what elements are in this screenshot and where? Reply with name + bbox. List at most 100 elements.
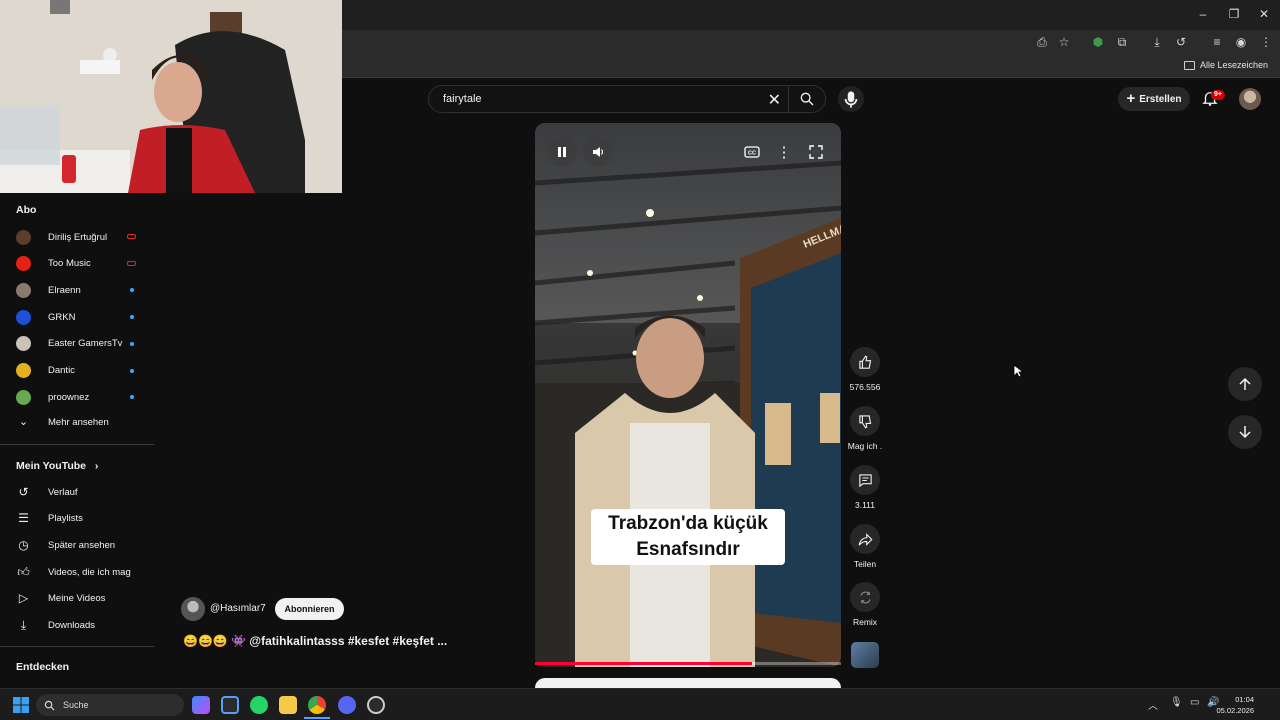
sidebar-item-playlists[interactable]: ☰ Playlists [16, 509, 140, 529]
audio-thumbnail[interactable] [851, 642, 879, 668]
plus-icon: + [1126, 90, 1136, 107]
caption-line-2: Esnafsındır [636, 539, 740, 560]
history-icon: ↺ [18, 484, 29, 499]
sidebar-item-sp-ter-ansehen[interactable]: ◷ Später ansehen [16, 535, 140, 555]
fullscreen-icon [809, 145, 823, 159]
fullscreen-button[interactable] [804, 140, 828, 164]
extensions-icon[interactable]: ⧉ [1114, 34, 1130, 50]
search-input[interactable]: fairytale [443, 93, 482, 105]
sidebar: Abo Diriliş Ertuğrul Too Music Elraenn GRKN… [0, 195, 155, 685]
remix-icon [860, 591, 870, 603]
network-icon[interactable]: ▭ [1190, 697, 1199, 708]
discord-icon[interactable] [338, 696, 356, 714]
subscription-item[interactable]: Elraenn [16, 280, 140, 300]
video-description[interactable]: 😄😄😄 👾 @fatihkalintasss #kesfet #keşfet .… [183, 634, 447, 648]
bookmark-star-icon[interactable]: ☆ [1056, 34, 1072, 50]
taskbar-search[interactable]: Suche [36, 694, 184, 716]
microphone-tray-icon[interactable]: 🎙 [1170, 697, 1183, 708]
video-progress-bar[interactable] [535, 662, 841, 665]
pause-icon [558, 147, 566, 157]
account-avatar[interactable] [1239, 88, 1261, 110]
webcam-feed [0, 0, 342, 193]
dislike-button[interactable]: Mag ich . [846, 406, 884, 451]
sidebar-item-videos-die-ich-mag[interactable]: 👍︎ Videos, die ich mag [16, 562, 140, 582]
close-window-icon[interactable]: ✕ [1255, 6, 1273, 22]
whatsapp-icon[interactable] [250, 696, 268, 714]
windows-taskbar: Suche ︿ 🎙 ▭ 🔊 01:04 05.02.2026 [0, 688, 1280, 720]
dislike-button-circle [850, 406, 880, 436]
subscription-label: Easter GamersTv [48, 338, 123, 350]
subscription-item[interactable]: proownez [16, 387, 140, 407]
my-youtube-heading[interactable]: Mein YouTube › [16, 460, 98, 472]
like-count: 576.556 [849, 382, 881, 392]
sidebar-item-label: Meine Videos [48, 593, 106, 605]
new-content-dot [130, 315, 134, 320]
subscription-item[interactable]: Dantic [16, 361, 140, 381]
remix-button[interactable]: Remix [846, 582, 884, 627]
webcam-overlay [0, 0, 342, 193]
extension-shield-icon[interactable]: ⬢ [1090, 34, 1106, 50]
subscription-item[interactable]: Too Music [16, 254, 140, 274]
subscription-item[interactable]: Easter GamersTv [16, 334, 140, 354]
video-caption: Trabzon'da küçük Esnafsındır [591, 509, 785, 565]
all-bookmarks-button[interactable]: Alle Lesezeichen [1183, 60, 1268, 70]
next-short-button[interactable] [1228, 415, 1262, 449]
more-options-icon[interactable]: ⋮ [772, 140, 796, 164]
volume-button[interactable] [583, 137, 613, 167]
file-explorer-icon[interactable] [279, 696, 297, 714]
sidebar-item-downloads[interactable]: ⤓ Downloads [16, 616, 140, 636]
like-button-circle [850, 347, 880, 377]
chrome-icon[interactable] [308, 696, 326, 714]
shorts-video-player[interactable]: HELLMAN CC ⋮ [535, 123, 841, 667]
mouse-cursor-icon [1013, 364, 1024, 378]
windows-start-icon[interactable] [13, 697, 29, 713]
store-icon[interactable] [221, 696, 239, 714]
voice-search-button[interactable] [838, 86, 864, 112]
show-more-label: Mehr ansehen [48, 416, 109, 428]
subscribe-button[interactable]: Abonnieren [275, 598, 344, 620]
browser-menu-icon[interactable]: ⋮ [1258, 34, 1274, 50]
channel-avatar [16, 309, 31, 325]
sidebar-item-meine-videos[interactable]: ▷ Meine Videos [16, 589, 140, 609]
history-icon[interactable]: ↺ [1173, 34, 1189, 50]
pause-button[interactable] [547, 137, 577, 167]
sidebar-item-label: Downloads [48, 620, 95, 631]
create-button[interactable]: + Erstellen [1118, 87, 1190, 111]
next-short-preview[interactable] [535, 678, 841, 688]
clock-date: 05.02.2026 [1216, 706, 1254, 715]
clear-search-icon[interactable]: ✕ [768, 90, 781, 110]
install-app-icon[interactable]: ⎙ [1034, 34, 1050, 50]
sidebar-divider [0, 646, 154, 647]
new-content-dot [130, 395, 134, 400]
copilot-icon[interactable] [192, 696, 210, 714]
captions-icon: CC [744, 146, 760, 158]
comment-icon [858, 473, 872, 487]
comments-button[interactable]: 3.111 [846, 465, 884, 510]
sidebar-item-verlauf[interactable]: ↺ Verlauf [16, 482, 140, 502]
subscription-item[interactable]: Diriliş Ertuğrul [16, 227, 140, 247]
sidebar-item-label: Verlauf [48, 486, 78, 498]
sidebar-item-label: Später ansehen [48, 539, 116, 551]
channel-name[interactable]: @Hasımlar7 [210, 603, 266, 614]
share-button[interactable]: Teilen [846, 524, 884, 569]
svg-text:CC: CC [748, 151, 756, 157]
subscription-item[interactable]: GRKN [16, 307, 140, 327]
obs-icon[interactable] [367, 696, 385, 714]
captions-button[interactable]: CC [740, 140, 764, 164]
search-box[interactable]: fairytale ✕ [428, 85, 826, 113]
search-icon[interactable] [799, 91, 815, 107]
profile-icon[interactable]: ◉ [1233, 34, 1249, 50]
reading-list-icon[interactable]: ≡ [1209, 34, 1225, 50]
like-button[interactable]: 576.556 [846, 347, 884, 392]
download-icon[interactable]: ⤓ [1149, 34, 1165, 50]
previous-short-button[interactable] [1228, 367, 1262, 401]
tray-chevron-up-icon[interactable]: ︿ [1148, 697, 1158, 712]
show-more-button[interactable]: ⌄ Mehr ansehen [16, 412, 140, 432]
new-content-dot [130, 341, 134, 346]
minimize-icon[interactable]: – [1194, 6, 1212, 22]
channel-avatar[interactable] [181, 597, 205, 621]
system-clock[interactable]: 01:04 05.02.2026 [1216, 694, 1254, 716]
chevron-down-icon: ⌄ [18, 415, 29, 428]
subscription-label: Diriliş Ertuğrul [48, 231, 108, 243]
restore-icon[interactable]: ❐ [1225, 6, 1243, 22]
